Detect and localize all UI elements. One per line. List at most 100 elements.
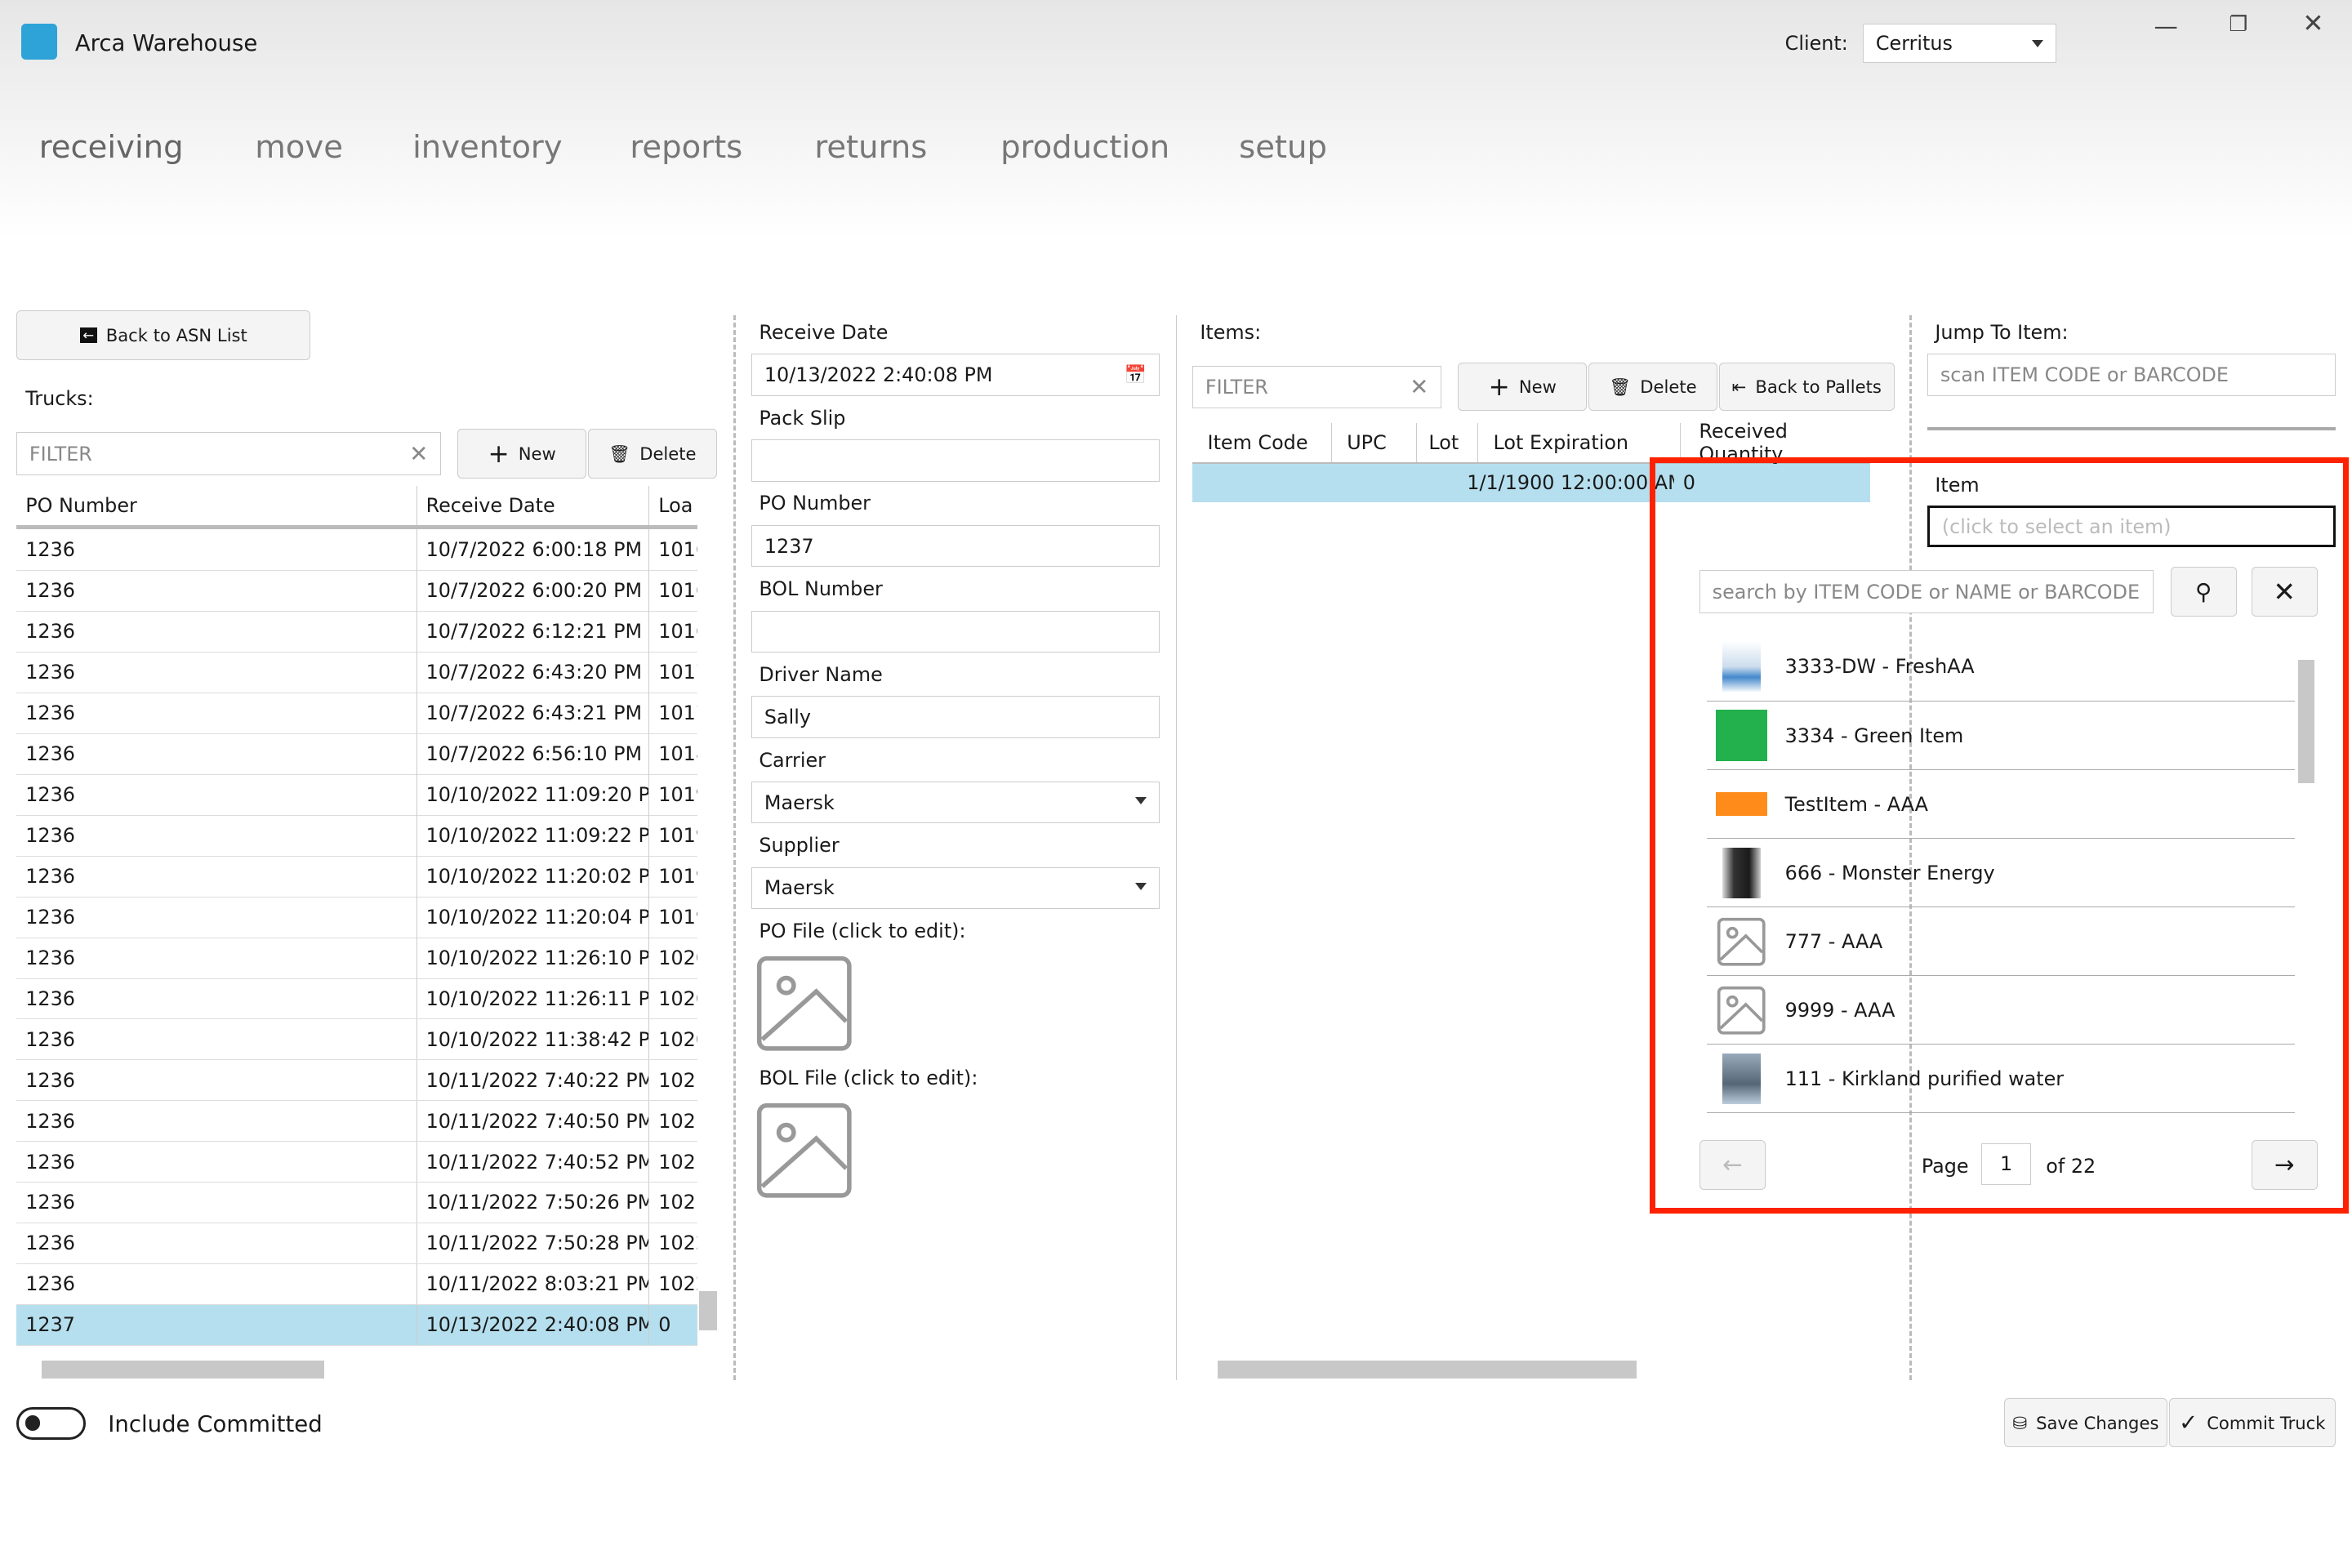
divider: [1927, 427, 2336, 431]
restore-button[interactable]: ❐: [2229, 12, 2247, 37]
truck-row[interactable]: 123610/7/2022 6:12:21 PM 1016: [16, 611, 698, 653]
truck-row[interactable]: 123610/10/2022 11:09:20 PM 1019: [16, 774, 698, 816]
truck-row[interactable]: 123610/10/2022 11:26:10 PM 1020: [16, 937, 698, 979]
save-changes-button[interactable]: ⛁ Save Changes: [2003, 1397, 2168, 1448]
cell-receive-date: 10/11/2022 7:50:26 PM: [417, 1182, 650, 1223]
truck-row[interactable]: 123610/7/2022 6:43:20 PM 1017: [16, 652, 698, 693]
picker-search-input[interactable]: search by ITEM CODE or NAME or BARCODE: [1699, 569, 2154, 614]
nav-returns[interactable]: returns: [814, 129, 927, 166]
cell-po-number: 1236: [16, 1059, 417, 1101]
clear-icon[interactable]: ✕: [1410, 374, 1428, 400]
pack-slip-input[interactable]: [751, 439, 1160, 482]
picker-item[interactable]: 3334 - Green Item: [1707, 702, 2296, 770]
carrier-select[interactable]: Maersk: [751, 781, 1160, 824]
col-lot-expiration[interactable]: Lot Expiration: [1478, 422, 1682, 462]
picker-item[interactable]: 111 - Kirkland purified water: [1707, 1045, 2296, 1114]
next-page-button[interactable]: →: [2251, 1139, 2318, 1190]
truck-row[interactable]: 123610/10/2022 11:20:02 PM 1019: [16, 856, 698, 898]
truck-row[interactable]: 123610/7/2022 6:56:10 PM 1018: [16, 733, 698, 775]
col-receive-date[interactable]: Receive Date: [417, 486, 650, 525]
driver-input[interactable]: Sally: [751, 696, 1160, 738]
nav-setup[interactable]: setup: [1239, 129, 1327, 166]
col-load[interactable]: Loa: [649, 486, 697, 525]
picker-item[interactable]: 666 - Monster Energy: [1707, 839, 2296, 908]
truck-row[interactable]: 123610/10/2022 11:20:04 PM 1019: [16, 896, 698, 938]
trucks-vertical-scrollbar[interactable]: [698, 534, 717, 1352]
truck-row[interactable]: 123610/7/2022 6:00:20 PM 1016: [16, 570, 698, 612]
cell-load: 1020: [658, 987, 697, 1010]
truck-row[interactable]: 123610/11/2022 8:03:21 PM 1022: [16, 1263, 698, 1306]
delete-truck-button[interactable]: 🗑 Delete: [587, 429, 717, 479]
truck-row[interactable]: 123610/11/2022 7:40:50 PM 1021: [16, 1100, 698, 1143]
truck-row[interactable]: 123610/10/2022 11:38:42 PM 1020: [16, 1018, 698, 1061]
back-to-asn-button[interactable]: ← Back to ASN List: [16, 310, 311, 360]
new-truck-button[interactable]: + New: [457, 429, 587, 479]
new-item-button[interactable]: + New: [1458, 363, 1588, 412]
truck-row[interactable]: 123610/11/2022 7:50:26 PM 1021: [16, 1182, 698, 1224]
jump-input[interactable]: scan ITEM CODE or BARCODE: [1927, 354, 2336, 396]
cell-po-number: 1236: [16, 1018, 417, 1060]
cell-po-number: 1236: [16, 1223, 417, 1264]
bol-number-input[interactable]: [751, 610, 1160, 653]
col-po-number[interactable]: PO Number: [16, 486, 417, 525]
trucks-filter-input[interactable]: FILTER ✕: [16, 431, 441, 476]
nav-reports[interactable]: reports: [630, 129, 742, 166]
search-button[interactable]: ⚲: [2170, 567, 2237, 617]
items-filter-input[interactable]: FILTER ✕: [1192, 366, 1442, 408]
page-input[interactable]: 1: [1981, 1143, 2031, 1185]
clear-icon[interactable]: ✕: [409, 441, 428, 467]
col-lot[interactable]: Lot: [1417, 422, 1479, 462]
cell-receive-date: 10/10/2022 11:38:42 PM: [417, 1018, 650, 1060]
commit-truck-button[interactable]: ✓ Commit Truck: [2168, 1397, 2336, 1448]
carrier-value: Maersk: [764, 791, 835, 814]
truck-row[interactable]: 123610/7/2022 6:43:21 PM 1017: [16, 693, 698, 734]
po-file-image-icon[interactable]: [756, 956, 853, 1052]
picker-item[interactable]: 777 - AAA: [1707, 908, 2296, 977]
client-label: Client:: [1784, 31, 1848, 55]
truck-row[interactable]: 123610/10/2022 11:26:11 PM 1020: [16, 978, 698, 1020]
picker-item[interactable]: 9999 - AAA: [1707, 977, 2296, 1045]
item-select-input[interactable]: (click to select an item): [1927, 505, 2336, 548]
bol-file-image-icon[interactable]: [756, 1102, 853, 1199]
chevron-down-icon: [1135, 797, 1147, 805]
nav-inventory[interactable]: inventory: [412, 129, 563, 166]
nav-receiving[interactable]: receiving: [39, 129, 184, 166]
picker-item[interactable]: 3333-DW - FreshAA: [1707, 633, 2296, 702]
client-select[interactable]: Cerritus: [1863, 24, 2057, 64]
nav-production[interactable]: production: [1000, 129, 1169, 166]
delete-item-button[interactable]: 🗑 Delete: [1588, 363, 1718, 412]
back-to-pallets-button[interactable]: ⇤ Back to Pallets: [1718, 363, 1895, 412]
truck-row[interactable]: 123610/11/2022 7:40:52 PM 1021: [16, 1141, 698, 1183]
col-received-quantity[interactable]: Received Quantity: [1681, 420, 1870, 466]
picker-scrollbar[interactable]: [2297, 660, 2315, 783]
jump-placeholder: scan ITEM CODE or BARCODE: [1940, 363, 2230, 387]
close-picker-button[interactable]: ✕: [2251, 567, 2318, 617]
calendar-icon[interactable]: 📅: [1125, 365, 1147, 385]
receive-date-input[interactable]: 10/13/2022 2:40:08 PM 📅: [751, 354, 1160, 396]
col-item-code[interactable]: Item Code: [1192, 422, 1332, 462]
minimize-button[interactable]: —: [2154, 12, 2178, 40]
picker-item-label: TestItem - AAA: [1784, 792, 1929, 816]
truck-row[interactable]: 123610/11/2022 7:40:22 PM 1021: [16, 1059, 698, 1102]
supplier-select[interactable]: Maersk: [751, 866, 1160, 910]
col-upc[interactable]: UPC: [1332, 422, 1417, 462]
truck-row[interactable]: 123610/7/2022 6:00:18 PM 1016: [16, 529, 698, 571]
truck-row[interactable]: 123610/10/2022 11:09:22 PM 1019: [16, 815, 698, 857]
prev-page-button[interactable]: ←: [1699, 1139, 1766, 1190]
nav-move[interactable]: move: [255, 129, 343, 166]
picker-item[interactable]: TestItem - AAA: [1707, 770, 2296, 839]
include-committed-toggle[interactable]: [16, 1406, 86, 1441]
items-horizontal-scrollbar[interactable]: [1218, 1360, 1637, 1379]
cell-load: 1016: [658, 579, 697, 603]
trucks-horizontal-scrollbar[interactable]: [42, 1360, 324, 1379]
back-pallets-label: Back to Pallets: [1755, 376, 1882, 398]
carrier-label: Carrier: [759, 748, 826, 772]
po-number-input[interactable]: 1237: [751, 524, 1160, 568]
close-window-button[interactable]: ✕: [2302, 9, 2323, 38]
truck-row[interactable]: 1237 10/13/2022 2:40:08 PM 0: [16, 1304, 698, 1347]
commit-label: Commit Truck: [2207, 1412, 2326, 1433]
truck-row[interactable]: 123610/11/2022 7:50:28 PM 1022: [16, 1223, 698, 1265]
cell-receive-date: 10/7/2022 6:56:10 PM: [417, 733, 650, 774]
cell-po-number: 1236: [16, 693, 417, 733]
cell-receive-date: 10/11/2022 8:03:21 PM: [417, 1263, 650, 1305]
